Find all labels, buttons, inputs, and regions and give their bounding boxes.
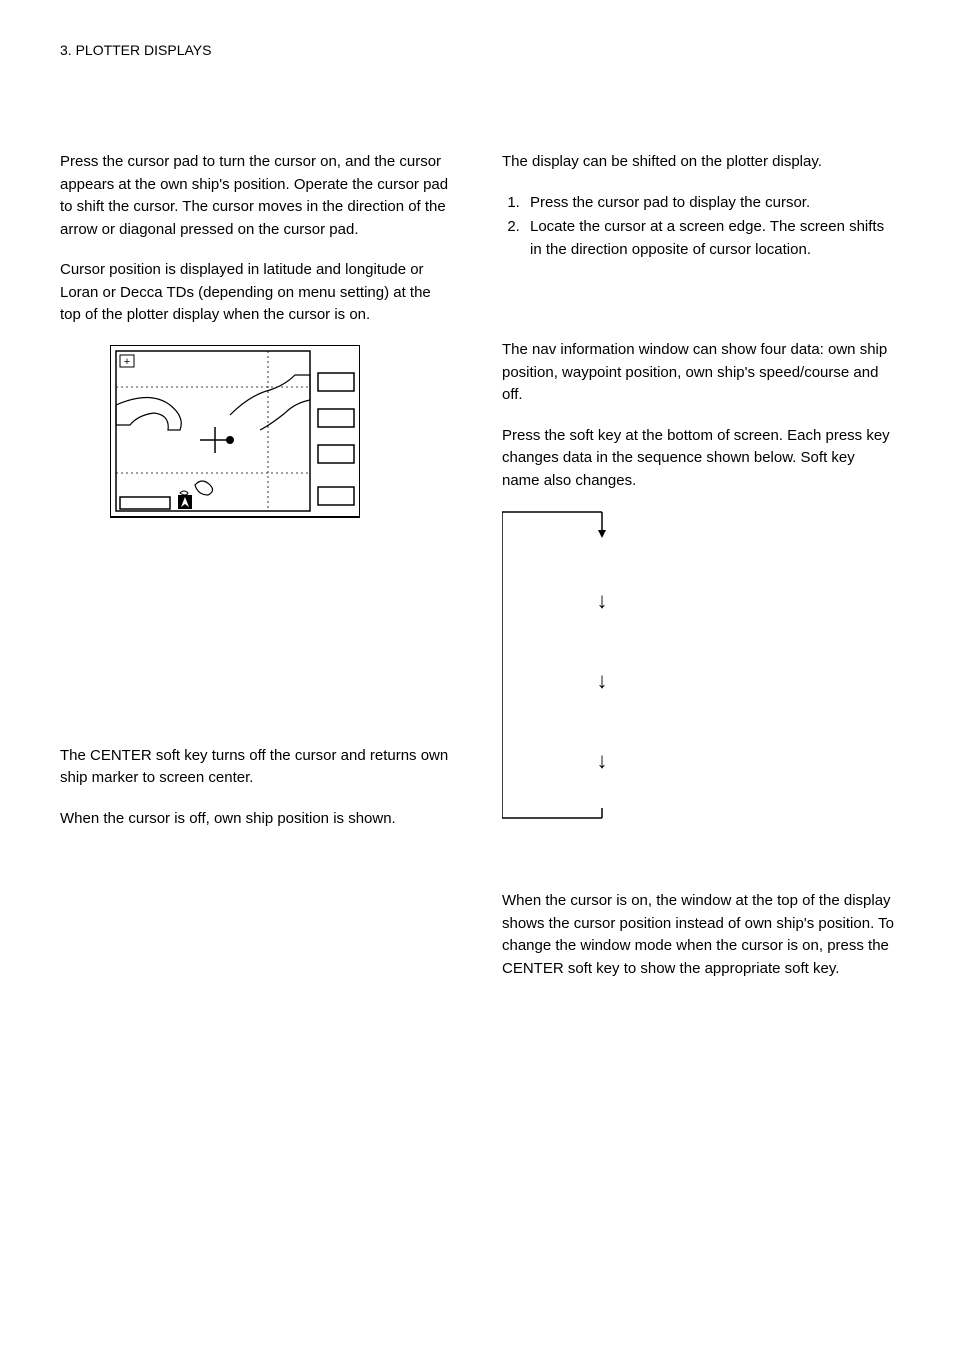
body-text: When the cursor is off, own ship positio…: [60, 808, 452, 831]
body-text: The display can be shifted on the plotte…: [502, 151, 894, 174]
left-column: Press the cursor pad to turn the cursor …: [60, 151, 452, 998]
plus-icon: +: [124, 356, 130, 368]
plotter-figure: +: [110, 345, 452, 525]
body-text: Cursor position is displayed in latitude…: [60, 259, 452, 327]
flow-diagram: ↓ ↓ ↓: [502, 510, 894, 830]
list-item: Locate the cursor at a screen edge. The …: [524, 216, 894, 261]
body-text: Press the soft key at the bottom of scre…: [502, 425, 894, 493]
body-text: When the cursor is on, the window at the…: [502, 890, 894, 980]
list-item: Press the cursor pad to display the curs…: [524, 192, 894, 215]
svg-text:↓: ↓: [597, 748, 608, 773]
page-header: 3. PLOTTER DISPLAYS: [60, 40, 894, 61]
instruction-list: Press the cursor pad to display the curs…: [502, 192, 894, 262]
svg-text:↓: ↓: [597, 588, 608, 613]
body-text: Press the cursor pad to turn the cursor …: [60, 151, 452, 241]
right-column: The display can be shifted on the plotte…: [502, 151, 894, 998]
columns: Press the cursor pad to turn the cursor …: [60, 151, 894, 998]
svg-text:↓: ↓: [597, 668, 608, 693]
body-text: The nav information window can show four…: [502, 339, 894, 407]
body-text: The CENTER soft key turns off the cursor…: [60, 745, 452, 790]
